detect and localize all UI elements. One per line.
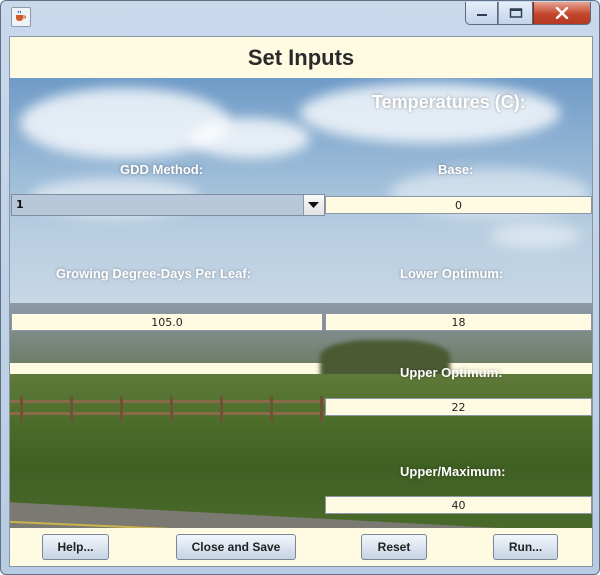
minimize-button[interactable] [465, 2, 498, 25]
gdd-per-leaf-input[interactable] [11, 313, 323, 331]
run-button[interactable]: Run... [493, 534, 558, 560]
gdd-method-select[interactable]: 1 [11, 194, 325, 216]
set-inputs-panel: Set Inputs Temperatures (C): GDD Method:… [9, 36, 593, 567]
application-window: Set Inputs Temperatures (C): GDD Method:… [0, 0, 600, 575]
upper-maximum-label: Upper/Maximum: [400, 464, 506, 479]
help-button[interactable]: Help... [42, 534, 109, 560]
header: Set Inputs [10, 37, 592, 78]
upper-optimum-label: Upper Optimum: [400, 365, 503, 380]
gdd-method-label: GDD Method: [120, 162, 204, 177]
lower-optimum-input[interactable] [325, 313, 592, 331]
landscape-background-image [10, 78, 592, 528]
gdd-method-dropdown-button[interactable] [303, 195, 324, 215]
chevron-down-icon [308, 202, 319, 208]
base-temperature-input[interactable] [325, 196, 592, 214]
reset-button[interactable]: Reset [361, 534, 427, 560]
maximize-icon [509, 8, 522, 18]
close-window-button[interactable] [533, 2, 591, 25]
gdd-method-value: 1 [16, 198, 24, 211]
minimize-icon [476, 14, 487, 16]
maximize-button[interactable] [498, 2, 533, 25]
upper-maximum-input[interactable] [325, 496, 592, 514]
upper-optimum-input[interactable] [325, 398, 592, 416]
button-bar: Help... Close and Save Reset Run... [10, 528, 592, 566]
base-label: Base: [438, 162, 474, 177]
page-title: Set Inputs [247, 45, 355, 70]
title-bar[interactable] [1, 1, 599, 35]
temperatures-heading: Temperatures (C): [372, 92, 526, 112]
java-cup-icon[interactable] [11, 7, 31, 27]
close-icon [555, 7, 569, 19]
close-and-save-button[interactable]: Close and Save [176, 534, 296, 560]
lower-optimum-label: Lower Optimum: [400, 266, 504, 281]
gdd-per-leaf-label: Growing Degree-Days Per Leaf: [56, 266, 252, 281]
